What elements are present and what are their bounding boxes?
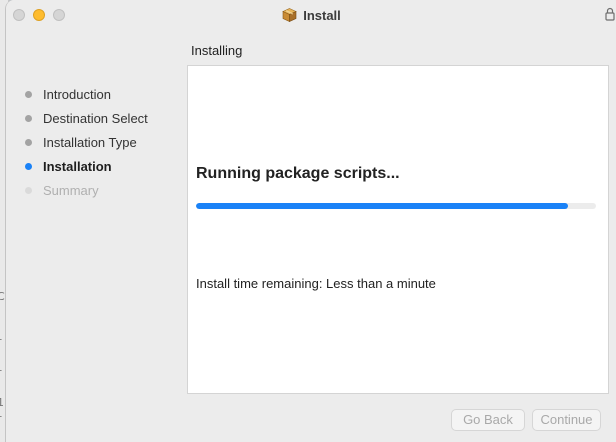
background-glyph: r	[0, 412, 2, 425]
go-back-button[interactable]: Go Back	[451, 409, 525, 431]
window-title: Install	[303, 7, 341, 23]
step-bullet	[25, 114, 32, 122]
step-installation: Installation	[6, 154, 186, 178]
installer-window: Install Introduction Destination Select …	[5, 0, 616, 442]
step-installation-type: Installation Type	[6, 130, 186, 154]
step-label: Destination Select	[43, 110, 148, 126]
content-panel: Running package scripts... Install time …	[187, 65, 609, 394]
lock-icon	[605, 7, 615, 21]
time-remaining-text: Install time remaining: Less than a minu…	[196, 276, 436, 291]
background-glyph: r	[0, 335, 2, 348]
progress-bar	[196, 203, 596, 209]
background-glyph: 1	[0, 396, 4, 409]
background-glyph: C	[0, 290, 5, 303]
step-label: Introduction	[43, 86, 111, 102]
step-bullet	[25, 186, 32, 194]
step-bullet-active	[25, 162, 32, 170]
background-glyph: r	[0, 366, 2, 379]
step-label: Summary	[43, 182, 99, 198]
window-title-group: Install	[6, 0, 616, 30]
progress-fill	[196, 203, 568, 209]
step-bullet	[25, 138, 32, 146]
title-bar[interactable]: Install	[6, 0, 616, 30]
pane-heading: Installing	[191, 43, 243, 58]
step-bullet	[25, 90, 32, 98]
continue-button[interactable]: Continue	[532, 409, 601, 431]
step-destination-select: Destination Select	[6, 106, 186, 130]
steps-sidebar: Introduction Destination Select Installa…	[6, 82, 186, 202]
step-label: Installation Type	[43, 134, 137, 150]
step-label: Installation	[43, 158, 112, 174]
package-icon	[282, 8, 297, 22]
step-summary: Summary	[6, 178, 186, 202]
status-text: Running package scripts...	[196, 165, 400, 182]
step-introduction: Introduction	[6, 82, 186, 106]
